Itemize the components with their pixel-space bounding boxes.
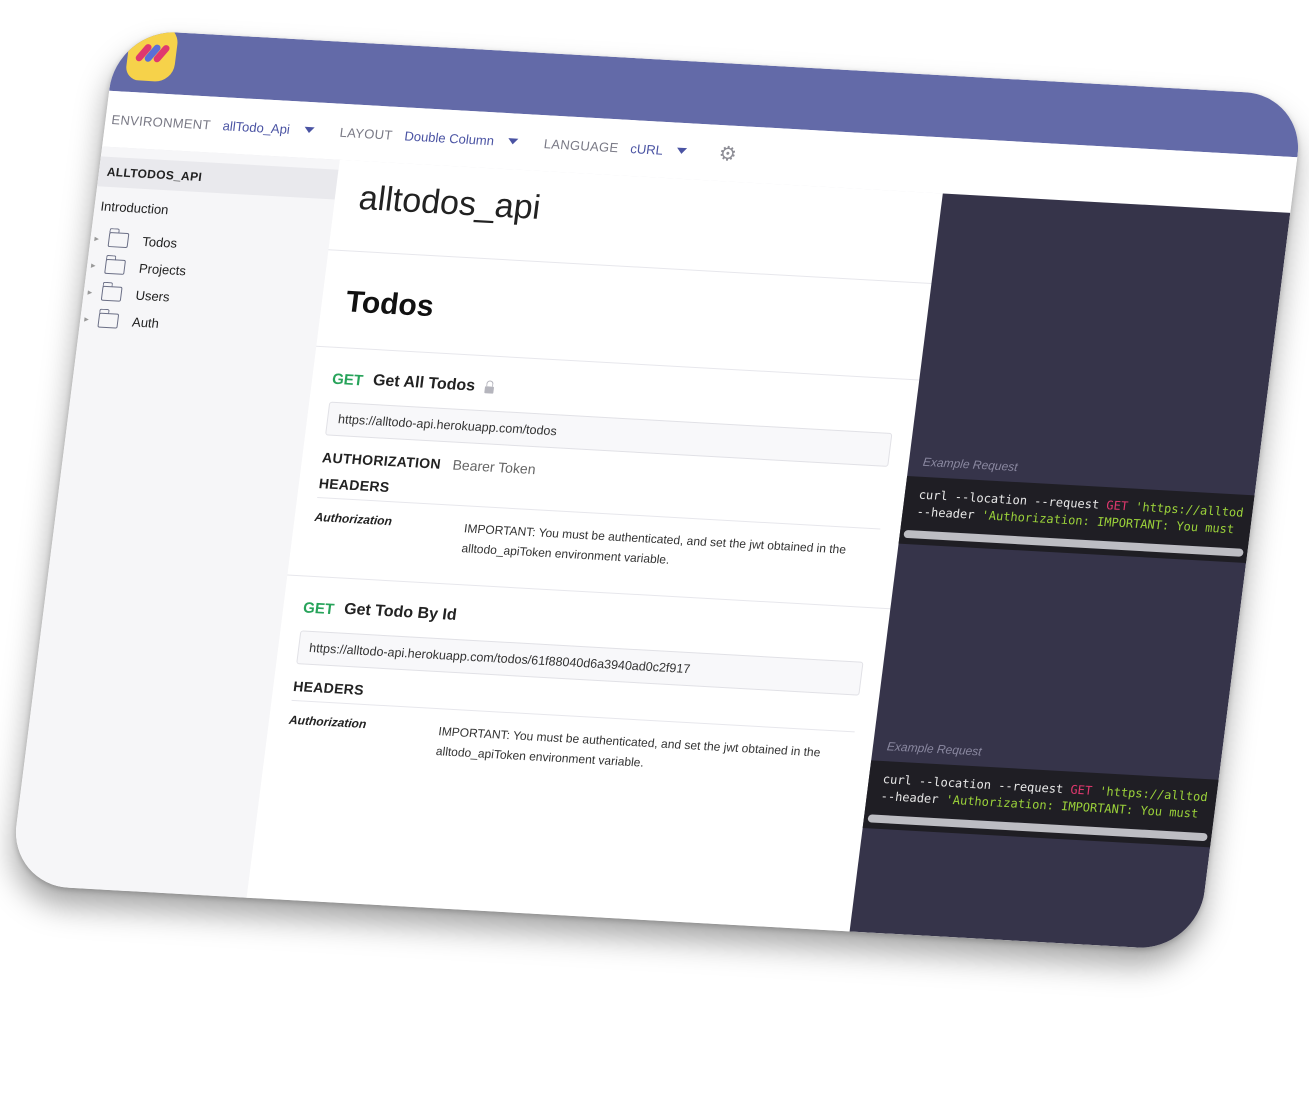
chevron-right-icon[interactable]: ▸ [84, 314, 93, 325]
language-label: LANGUAGE [543, 135, 620, 155]
sidebar-item-label: Projects [138, 260, 187, 279]
request-get-all-todos: GET Get All Todos https://alltodo-api.he… [287, 346, 920, 610]
chevron-right-icon[interactable]: ▸ [87, 287, 96, 298]
code-method: GET [1069, 782, 1094, 798]
code-text: --header [879, 789, 947, 807]
header-key: Authorization [313, 509, 393, 529]
folder-icon [97, 312, 120, 329]
request-name: Get All Todos [371, 372, 477, 395]
environment-select[interactable]: allTodo_Api [222, 118, 291, 137]
request-name: Get Todo By Id [343, 600, 458, 624]
sidebar-item-label: Users [134, 287, 171, 305]
folder-icon [104, 258, 126, 275]
authorization-label: AUTHORIZATION [321, 449, 442, 472]
sidebar-item-label: Todos [141, 233, 179, 251]
method-badge: GET [331, 370, 365, 389]
request-get-todo-by-id: GET Get Todo By Id https://alltodo-api.h… [262, 575, 891, 811]
chevron-right-icon[interactable]: ▸ [90, 260, 99, 271]
app-window: ENVIRONMENT allTodo_Api LAYOUT Double Co… [8, 29, 1306, 951]
header-value: IMPORTANT: You must be authenticated, an… [460, 521, 847, 567]
chevron-right-icon[interactable]: ▸ [94, 233, 103, 244]
code-method: GET [1105, 498, 1129, 514]
layout-label: LAYOUT [338, 124, 394, 143]
environment-label: ENVIRONMENT [110, 111, 212, 132]
header-value: IMPORTANT: You must be authenticated, an… [435, 724, 822, 770]
chevron-down-icon[interactable] [507, 138, 519, 145]
lock-icon [484, 385, 495, 394]
code-text: --header [915, 504, 983, 523]
chevron-down-icon[interactable] [303, 126, 315, 134]
app-logo[interactable] [124, 29, 180, 83]
main-content: alltodos_api Todos GET Get All Todos htt… [246, 159, 943, 932]
chevron-down-icon[interactable] [676, 147, 688, 155]
folder-icon [100, 285, 123, 302]
authorization-value: Bearer Token [451, 456, 537, 478]
folder-icon [107, 232, 130, 249]
layout-select[interactable]: Double Column [404, 128, 495, 148]
sidebar-item-label: Auth [131, 314, 160, 331]
header-key: Authorization [288, 712, 368, 732]
method-badge: GET [302, 598, 336, 618]
language-select[interactable]: cURL [630, 141, 664, 158]
gear-icon[interactable]: ⚙ [717, 140, 738, 166]
